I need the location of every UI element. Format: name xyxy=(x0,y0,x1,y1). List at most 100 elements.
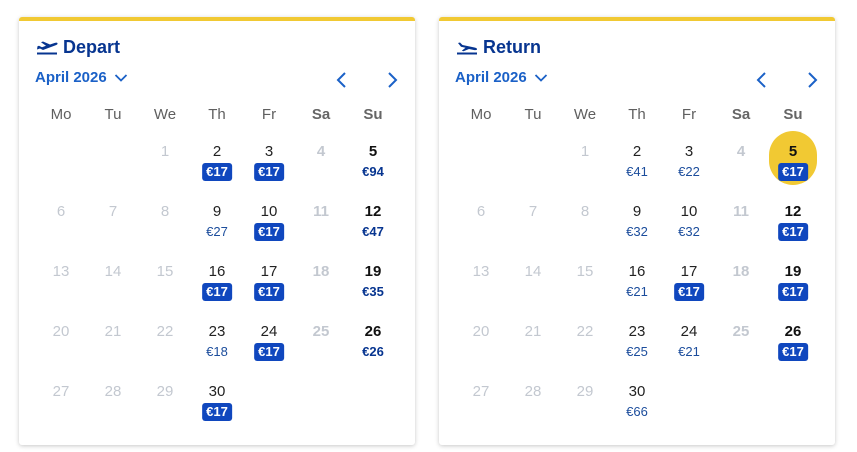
day-number: 6 xyxy=(56,203,66,220)
fare-price: €25 xyxy=(626,344,648,359)
lowest-fare-badge: €17 xyxy=(254,163,284,181)
disabled-day-cell: 8 xyxy=(139,203,191,263)
day-cell[interactable]: 12 €47 xyxy=(347,203,399,263)
day-cell[interactable]: 30 €17 xyxy=(191,383,243,443)
empty-day-cell xyxy=(455,143,507,203)
depart-next-month-button[interactable] xyxy=(382,68,402,92)
day-number: 30 xyxy=(208,383,226,400)
day-number: 3 xyxy=(264,143,274,160)
calendar-week-row: 27 28 29 30 €66 xyxy=(455,383,819,443)
day-cell[interactable]: 30 €66 xyxy=(611,383,663,443)
fare-price: €66 xyxy=(626,404,648,419)
fare-price: €26 xyxy=(362,344,384,359)
plane-landing-icon xyxy=(457,42,478,55)
day-number: 18 xyxy=(312,263,330,280)
day-cell[interactable]: 5 €94 xyxy=(347,143,399,203)
day-cell[interactable]: 23 €18 xyxy=(191,323,243,383)
fare-price: €47 xyxy=(362,224,384,239)
day-cell[interactable]: 16 €17 xyxy=(191,263,243,323)
day-number: 15 xyxy=(156,263,174,280)
return-next-month-button[interactable] xyxy=(802,68,822,92)
return-month-selector[interactable]: April 2026 xyxy=(455,69,548,86)
lowest-fare-badge: €17 xyxy=(202,283,232,301)
fare-price: €27 xyxy=(206,224,228,239)
day-cell[interactable]: 16 €21 xyxy=(611,263,663,323)
disabled-day-cell: 7 xyxy=(507,203,559,263)
calendar-week-row: 20 21 22 23 €25 24 €21 25 26 €17 xyxy=(455,323,819,383)
disabled-day-cell: 1 xyxy=(139,143,191,203)
day-cell[interactable]: 3 €22 xyxy=(663,143,715,203)
weekday-label: Su xyxy=(363,106,383,123)
day-number: 26 xyxy=(784,323,802,340)
day-cell[interactable]: 2 €17 xyxy=(191,143,243,203)
day-cell[interactable]: 9 €32 xyxy=(611,203,663,263)
day-cell[interactable]: 24 €21 xyxy=(663,323,715,383)
disabled-day-cell: 6 xyxy=(455,203,507,263)
day-cell[interactable]: 10 €32 xyxy=(663,203,715,263)
day-cell[interactable]: 26 €17 xyxy=(767,323,819,383)
weekday-label: Su xyxy=(783,106,803,123)
weekday-label: Tu xyxy=(104,106,122,123)
day-cell[interactable]: 17 €17 xyxy=(243,263,295,323)
selected-day-cell[interactable]: 5 €17 xyxy=(767,131,819,203)
day-number: 13 xyxy=(52,263,70,280)
day-number: 27 xyxy=(472,383,490,400)
depart-calendar-panel: Depart April 2026 Mo Tu We Th Fr Sa Su 1 2 €17 3 €1… xyxy=(19,17,415,445)
fare-price: €18 xyxy=(206,344,228,359)
weekday-header-row: Mo Tu We Th Fr Sa Su xyxy=(35,105,399,125)
depart-prev-month-button[interactable] xyxy=(332,68,352,92)
day-number: 9 xyxy=(632,203,642,220)
weekday-label: Mo xyxy=(50,106,72,123)
return-prev-month-button[interactable] xyxy=(752,68,772,92)
disabled-day-cell: 18 xyxy=(295,263,347,323)
day-number: 24 xyxy=(680,323,698,340)
day-cell[interactable]: 3 €17 xyxy=(243,143,295,203)
day-number: 26 xyxy=(364,323,382,340)
plane-takeoff-icon xyxy=(37,41,58,55)
fare-price: €41 xyxy=(626,164,648,179)
day-number: 30 xyxy=(628,383,646,400)
calendar-week-row: 13 14 15 16 €21 17 €17 18 19 €17 xyxy=(455,263,819,323)
day-number: 3 xyxy=(684,143,694,160)
chevron-left-icon xyxy=(336,72,346,88)
day-number: 22 xyxy=(156,323,174,340)
fare-price: €22 xyxy=(678,164,700,179)
empty-day-cell xyxy=(295,383,347,443)
chevron-right-icon xyxy=(388,72,398,88)
depart-month-selector[interactable]: April 2026 xyxy=(35,69,128,86)
empty-day-cell xyxy=(507,143,559,203)
day-cell[interactable]: 19 €35 xyxy=(347,263,399,323)
disabled-day-cell: 25 xyxy=(715,323,767,383)
day-number: 10 xyxy=(260,203,278,220)
weekday-label: Tu xyxy=(524,106,542,123)
chevron-down-icon xyxy=(114,73,127,82)
day-cell[interactable]: 17 €17 xyxy=(663,263,715,323)
calendar-week-row: 6 7 8 9 €32 10 €32 11 12 €17 xyxy=(455,203,819,263)
day-number: 20 xyxy=(472,323,490,340)
day-number: 20 xyxy=(52,323,70,340)
chevron-down-icon xyxy=(534,73,547,82)
disabled-day-cell: 28 xyxy=(87,383,139,443)
empty-day-cell xyxy=(243,383,295,443)
day-number: 16 xyxy=(628,263,646,280)
day-cell[interactable]: 9 €27 xyxy=(191,203,243,263)
day-cell[interactable]: 12 €17 xyxy=(767,203,819,263)
calendar-week-row: 1 2 €41 3 €22 4 5 €17 xyxy=(455,131,819,203)
day-cell[interactable]: 26 €26 xyxy=(347,323,399,383)
day-cell[interactable]: 19 €17 xyxy=(767,263,819,323)
weekday-label: We xyxy=(153,106,177,123)
weekday-header-row: Mo Tu We Th Fr Sa Su xyxy=(455,105,819,125)
lowest-fare-badge: €17 xyxy=(778,283,808,301)
disabled-day-cell: 27 xyxy=(35,383,87,443)
day-cell[interactable]: 10 €17 xyxy=(243,203,295,263)
empty-day-cell xyxy=(35,143,87,203)
day-cell[interactable]: 23 €25 xyxy=(611,323,663,383)
day-number: 24 xyxy=(260,323,278,340)
calendar-week-row: 6 7 8 9 €27 10 €17 11 12 €47 xyxy=(35,203,399,263)
day-cell[interactable]: 24 €17 xyxy=(243,323,295,383)
weekday-label: Th xyxy=(208,106,226,123)
day-cell[interactable]: 2 €41 xyxy=(611,143,663,203)
empty-day-cell xyxy=(663,383,715,443)
empty-day-cell xyxy=(767,383,819,443)
disabled-day-cell: 29 xyxy=(139,383,191,443)
